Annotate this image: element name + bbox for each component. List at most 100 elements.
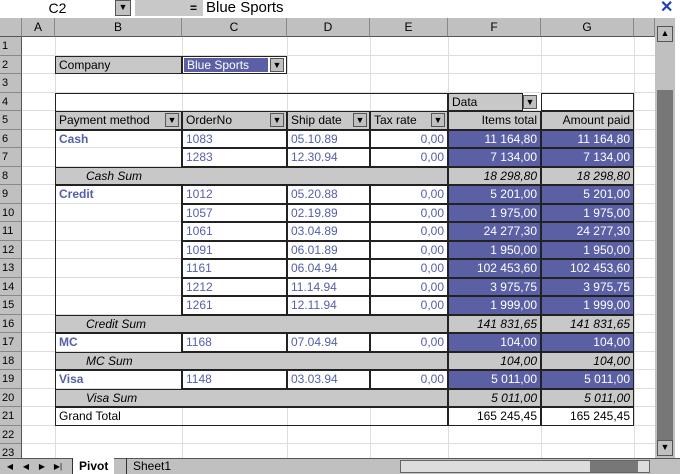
amount-paid-sum: 141 831,65: [541, 314, 634, 333]
items-total: 5 201,00: [448, 185, 541, 204]
order-no: 1212: [182, 277, 287, 296]
row-header-17[interactable]: 17: [0, 333, 22, 352]
tax-rate: 0,00: [370, 203, 448, 222]
group-span: [55, 259, 182, 278]
amount-paid-sum: 18 298,80: [541, 166, 634, 185]
field-dropdown-icon[interactable]: ▼: [270, 113, 284, 127]
ship-date: 12.30.94: [287, 148, 370, 167]
field-button-payment[interactable]: Payment method: [55, 111, 182, 130]
amount-paid: 11 164,80: [541, 129, 634, 148]
scroll-down-icon[interactable]: ▼: [657, 440, 673, 456]
row-header-9[interactable]: 9: [0, 185, 22, 204]
data-field-dropdown-icon[interactable]: ▼: [523, 94, 537, 109]
close-icon[interactable]: ✕: [660, 0, 673, 17]
row-header-13[interactable]: 13: [0, 259, 22, 278]
last-sheet-icon[interactable]: ▶|: [52, 460, 64, 473]
items-total-total: 165 245,45: [448, 407, 541, 426]
corner-cell[interactable]: [0, 18, 22, 37]
items-total: 1 950,00: [448, 240, 541, 259]
row-header-21[interactable]: 21: [0, 407, 22, 426]
prev-sheet-icon[interactable]: ◀: [20, 460, 32, 473]
row-header-15[interactable]: 15: [0, 296, 22, 315]
field-dropdown-icon[interactable]: ▼: [165, 113, 179, 127]
ship-date: 05.20.88: [287, 185, 370, 204]
subtotal-label: Visa Sum: [55, 388, 448, 407]
amount-paid-sum: 104,00: [541, 351, 634, 370]
items-total: 24 277,30: [448, 222, 541, 241]
row-header-22[interactable]: 22: [0, 425, 22, 444]
page-field-label: Company: [55, 55, 182, 74]
tab-sheet1[interactable]: Sheet1: [126, 458, 177, 474]
column-header-C[interactable]: C: [182, 18, 287, 37]
items-total: 3 975,75: [448, 277, 541, 296]
tax-rate: 0,00: [370, 222, 448, 241]
group-label[interactable]: Cash: [55, 129, 182, 148]
row-header-18[interactable]: 18: [0, 351, 22, 370]
items-total-sum: 5 011,00: [448, 388, 541, 407]
amount-paid: 104,00: [541, 333, 634, 352]
equals-button[interactable]: =: [135, 0, 203, 16]
row-header-3[interactable]: 3: [0, 74, 22, 93]
row-header-14[interactable]: 14: [0, 277, 22, 296]
group-span: [55, 277, 182, 296]
ship-date: 06.04.94: [287, 259, 370, 278]
page-field-selected[interactable]: Blue Sports: [184, 57, 268, 72]
scrollbar-thumb[interactable]: [657, 90, 673, 440]
amount-paid-sum: 5 011,00: [541, 388, 634, 407]
group-label[interactable]: Credit: [55, 185, 182, 204]
tax-rate: 0,00: [370, 240, 448, 259]
row-header-16[interactable]: 16: [0, 314, 22, 333]
row-header-6[interactable]: 6: [0, 129, 22, 148]
subtotal-label: Credit Sum: [55, 314, 448, 333]
column-header-F[interactable]: F: [448, 18, 541, 37]
column-header-G[interactable]: G: [541, 18, 634, 37]
row-header-19[interactable]: 19: [0, 370, 22, 389]
column-header-B[interactable]: B: [55, 18, 182, 37]
gridline: [22, 443, 655, 444]
items-total: 1 975,00: [448, 203, 541, 222]
subtotal-label: Cash Sum: [55, 166, 448, 185]
pivot-header-blank: [55, 92, 448, 111]
ship-date: 03.03.94: [287, 370, 370, 389]
scroll-up-icon[interactable]: ▲: [657, 26, 673, 42]
row-header-12[interactable]: 12: [0, 240, 22, 259]
row-header-2[interactable]: 2: [0, 55, 22, 74]
row-header-11[interactable]: 11: [0, 222, 22, 241]
row-header-8[interactable]: 8: [0, 166, 22, 185]
page-field-dropdown-icon[interactable]: ▼: [270, 57, 284, 72]
formula-input[interactable]: Blue Sports: [206, 0, 646, 16]
amount-paid: 102 453,60: [541, 259, 634, 278]
group-label[interactable]: Visa: [55, 370, 182, 389]
order-no: 1261: [182, 296, 287, 315]
tax-rate: 0,00: [370, 129, 448, 148]
ship-date: 06.01.89: [287, 240, 370, 259]
column-header-A[interactable]: A: [22, 18, 55, 37]
field-dropdown-icon[interactable]: ▼: [431, 113, 445, 127]
amount-paid: 5 011,00: [541, 370, 634, 389]
row-header-1[interactable]: 1: [0, 37, 22, 56]
grand-total-label: Grand Total: [55, 407, 448, 426]
items-total: 5 011,00: [448, 370, 541, 389]
first-sheet-icon[interactable]: ◀: [4, 460, 16, 473]
amount-paid: 24 277,30: [541, 222, 634, 241]
row-header-10[interactable]: 10: [0, 203, 22, 222]
name-box[interactable]: C2: [0, 0, 115, 16]
header-amount-paid: Amount paid: [541, 111, 634, 130]
field-dropdown-icon[interactable]: ▼: [353, 113, 367, 127]
amount-paid-total: 165 245,45: [541, 407, 634, 426]
group-label[interactable]: MC: [55, 333, 182, 352]
tax-rate: 0,00: [370, 277, 448, 296]
next-sheet-icon[interactable]: ▶: [36, 460, 48, 473]
row-header-20[interactable]: 20: [0, 388, 22, 407]
row-header-7[interactable]: 7: [0, 148, 22, 167]
row-header-5[interactable]: 5: [0, 111, 22, 130]
name-box-dropdown-icon[interactable]: ▼: [115, 0, 131, 16]
horizontal-scrollbar-thumb[interactable]: [590, 461, 638, 472]
data-field-button[interactable]: Data: [448, 92, 523, 111]
column-header-E[interactable]: E: [370, 18, 448, 37]
order-no: 1057: [182, 203, 287, 222]
row-header-4[interactable]: 4: [0, 92, 22, 111]
amount-paid: 1 950,00: [541, 240, 634, 259]
tab-pivot[interactable]: Pivot: [72, 458, 115, 474]
column-header-D[interactable]: D: [287, 18, 370, 37]
